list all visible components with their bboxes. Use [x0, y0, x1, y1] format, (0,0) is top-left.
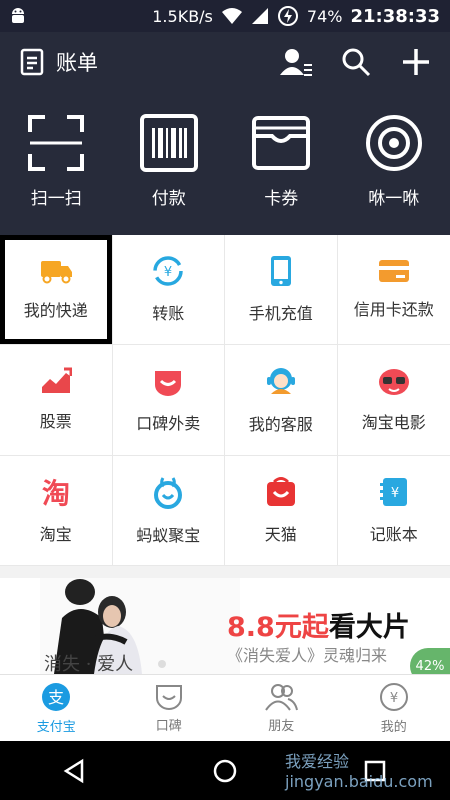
- service-label: 我的快递: [23, 301, 88, 321]
- service-label: 淘宝: [39, 524, 72, 544]
- service-grid: 我的快递 ¥ 转账 手机充值 信用卡还款 股票 口碑外卖 我的客服 淘宝电影 淘…: [0, 235, 450, 566]
- svg-text:¥: ¥: [390, 691, 398, 706]
- service-taobao[interactable]: 淘 淘宝: [0, 455, 113, 566]
- koubei-icon: [155, 371, 182, 397]
- delivery-truck-icon: [40, 261, 72, 284]
- watermark: 我爱经验 jingyan.baidu.com: [285, 752, 433, 791]
- tab-label: 朋友: [268, 718, 295, 734]
- svg-text:支: 支: [48, 688, 64, 707]
- service-transfer[interactable]: ¥ 转账: [112, 235, 225, 346]
- my-icon: ¥: [379, 682, 408, 711]
- contacts-icon: [280, 49, 312, 76]
- bottom-tab-bar: 支 支付宝 口碑 朋友 ¥ 我的: [0, 674, 450, 741]
- quick-action-pay[interactable]: 付款: [113, 114, 226, 219]
- service-label: 口碑外卖: [136, 414, 201, 434]
- service-label: 转账: [152, 304, 185, 324]
- alipay-icon: 支: [42, 682, 71, 711]
- movie-poster-image: 消失 · 爱人: [40, 578, 240, 674]
- ant-fortune-icon: [154, 477, 183, 509]
- credit-card-icon: [378, 260, 409, 283]
- tab-koubei[interactable]: 口碑: [113, 675, 226, 741]
- service-phone-recharge[interactable]: 手机充值: [225, 235, 338, 346]
- banner-headline: 8.8元起看大片: [227, 605, 410, 644]
- tab-friends[interactable]: 朋友: [225, 675, 338, 741]
- service-label: 记账本: [369, 524, 418, 544]
- quick-action-label: 付款: [151, 189, 186, 209]
- tab-alipay[interactable]: 支 支付宝: [0, 675, 113, 741]
- taobao-icon: 淘: [42, 477, 70, 508]
- svg-text:¥: ¥: [391, 486, 399, 501]
- service-label: 信用卡还款: [353, 300, 434, 320]
- transfer-icon: ¥: [153, 256, 183, 286]
- quick-actions: 扫一扫 付款 卡券 咻一咻: [0, 114, 450, 219]
- service-label: 我的客服: [248, 415, 313, 435]
- scan-icon: [28, 115, 85, 171]
- quick-action-label: 咻一咻: [368, 189, 420, 209]
- search-icon: [342, 48, 371, 77]
- wifi-icon: [221, 8, 242, 24]
- svg-text:淘: 淘: [42, 477, 70, 508]
- taobao-movie-icon: [378, 369, 409, 396]
- phone-recharge-icon: [270, 256, 291, 287]
- svg-text:¥: ¥: [164, 265, 172, 280]
- quick-action-label: 卡券: [264, 189, 299, 209]
- bill-label: 账单: [56, 51, 98, 75]
- service-taobao-movie[interactable]: 淘宝电影: [337, 345, 450, 456]
- promo-banner[interactable]: 消失 · 爱人 8.8元起看大片 《消失爱人》灵魂归来: [0, 578, 450, 674]
- quick-action-coupons[interactable]: 卡券: [225, 114, 338, 219]
- banner-price: 8.8元起: [227, 612, 329, 643]
- clock: 21:38:33: [350, 5, 440, 27]
- friends-icon: [265, 683, 299, 711]
- target-icon: [365, 115, 422, 171]
- tab-label: 支付宝: [36, 719, 76, 735]
- bill-icon: [20, 48, 44, 76]
- service-ant-fortune[interactable]: 蚂蚁聚宝: [112, 455, 225, 566]
- android-icon: [12, 8, 24, 23]
- banner-subtitle: 《消失爱人》灵魂归来: [227, 646, 388, 665]
- wallet-icon: [252, 116, 311, 170]
- tab-label: 口碑: [155, 718, 182, 734]
- poster-text: 消失 · 爱人: [44, 654, 133, 674]
- stock-chart-icon: [41, 367, 72, 394]
- bill-button[interactable]: 账单: [20, 47, 98, 77]
- quick-action-scan[interactable]: 扫一扫: [0, 114, 113, 219]
- plus-icon: [403, 49, 429, 75]
- service-tmall[interactable]: 天猫: [225, 455, 338, 566]
- network-speed: 1.5KB/s: [152, 6, 213, 26]
- service-label: 淘宝电影: [361, 413, 426, 433]
- service-label: 股票: [39, 412, 72, 432]
- search-button[interactable]: [338, 44, 374, 80]
- back-icon[interactable]: [62, 758, 88, 784]
- service-stocks[interactable]: 股票: [0, 345, 113, 456]
- account-book-icon: ¥: [379, 477, 407, 506]
- signal-icon: [251, 8, 268, 24]
- quick-action-label: 扫一扫: [30, 189, 82, 209]
- service-customer-service[interactable]: 我的客服: [225, 345, 338, 456]
- customer-service-icon: [266, 368, 295, 395]
- battery-icon: [277, 6, 298, 26]
- service-koubei-takeaway[interactable]: 口碑外卖: [112, 345, 225, 456]
- home-icon[interactable]: [212, 758, 238, 784]
- service-credit-card[interactable]: 信用卡还款: [337, 235, 450, 346]
- service-label: 手机充值: [248, 304, 313, 324]
- add-button[interactable]: [398, 44, 434, 80]
- tab-mine[interactable]: ¥ 我的: [338, 675, 450, 741]
- banner-headline-text: 看大片: [328, 612, 410, 643]
- contacts-button[interactable]: [278, 44, 314, 80]
- service-my-express[interactable]: 我的快递: [0, 235, 113, 346]
- header: 账单 扫一扫 付款 卡券 咻一咻: [0, 32, 450, 235]
- tab-label: 我的: [380, 719, 407, 735]
- service-label: 蚂蚁聚宝: [136, 525, 201, 545]
- quick-action-xiu[interactable]: 咻一咻: [338, 114, 450, 219]
- tmall-icon: [266, 476, 295, 506]
- barcode-icon: [139, 114, 198, 172]
- koubei-tab-icon: [155, 684, 182, 710]
- battery-level: 74%: [306, 6, 343, 26]
- status-bar: 1.5KB/s 74% 21:38:33: [0, 0, 450, 32]
- service-account-book[interactable]: ¥ 记账本: [337, 456, 450, 566]
- service-label: 天猫: [264, 524, 297, 544]
